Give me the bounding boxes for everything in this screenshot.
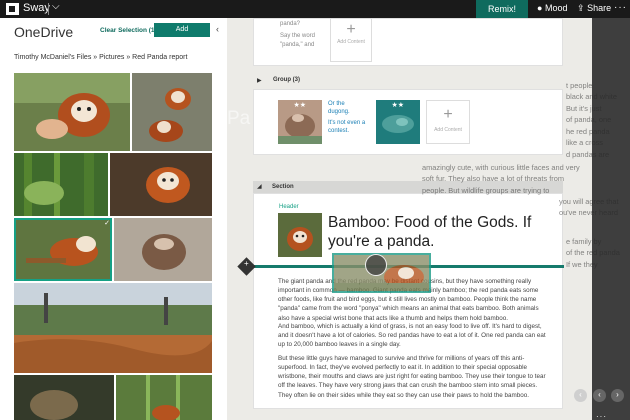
preview-line: like a cross [566, 138, 603, 148]
onedrive-panel: OneDrive Clear Selection (1) Add ‹ Timot… [0, 18, 227, 420]
group-header[interactable]: ▶ Group (3) [253, 75, 563, 87]
preview-text: you will agree that ou've never heard [559, 196, 629, 219]
group-note[interactable]: Or the dugong. It's not even a contest. [328, 100, 372, 135]
preview-line: people. But wildlife groups are trying t… [422, 185, 550, 195]
photo-thumbnail[interactable] [14, 375, 114, 420]
photo-thumbnail[interactable] [110, 153, 212, 216]
preview-line: But it's just [566, 103, 602, 113]
photo-thumbnail[interactable] [14, 153, 108, 216]
red-panda-photo [14, 218, 112, 281]
top-bar: Sway ⌵ Remix! ● Mood ⇪ Share ··· [0, 0, 630, 18]
more-options-icon[interactable]: ··· [614, 2, 627, 13]
chevron-down-icon[interactable]: ⌵ [52, 1, 60, 12]
preview-line: d pandas are [566, 149, 610, 159]
section-label: Section [272, 184, 294, 190]
section-paragraph[interactable]: But these little guys have managed to su… [278, 354, 550, 400]
photo-thumbnail[interactable] [14, 283, 212, 373]
photo-thumbnail-selected[interactable]: ✓ [14, 218, 112, 281]
star-icon: ★★ [293, 102, 306, 109]
preview-line: soft fur. They also have a lot of threat… [422, 174, 564, 184]
photo-thumbnail[interactable] [114, 218, 212, 281]
clear-selection-link[interactable]: Clear Selection (1) [100, 27, 157, 34]
red-panda-photo [278, 213, 322, 257]
back-button[interactable]: ‹ [593, 389, 606, 402]
previous-card-text[interactable]: panda? Say the word "panda," and [280, 20, 322, 49]
star-icon: ★★ [391, 102, 404, 109]
note-line: dugong. [328, 109, 350, 116]
header-card-label: Header [279, 204, 299, 210]
preview-text: e family by of the red panda If we they [566, 236, 630, 270]
echidna-photo [114, 218, 212, 281]
preview-text: t people black and white But it's just o… [566, 80, 630, 160]
section-paragraph[interactable]: And bamboo, which is actually a kind of … [278, 322, 550, 349]
share-label: Share [587, 3, 612, 13]
photo-thumbnail[interactable] [14, 73, 130, 151]
drag-cursor-icon [365, 254, 387, 276]
add-content-button[interactable]: + Add Content [330, 18, 372, 62]
panel-title: OneDrive [14, 24, 74, 40]
collapse-triangle-icon[interactable]: ▶ [257, 77, 262, 84]
app-title[interactable]: Sway [23, 2, 50, 14]
next-button[interactable]: › [611, 389, 624, 402]
remix-button[interactable]: Remix! [476, 0, 528, 18]
group-label: Group (3) [273, 77, 300, 83]
red-panda-photo [14, 73, 130, 151]
note-line: It's not even a [328, 120, 366, 127]
collapse-triangle-icon[interactable]: ◢ [257, 183, 262, 190]
breadcrumb[interactable]: Timothy McDaniel's Files » Pictures » Re… [14, 54, 187, 61]
mood-label: Mood [544, 3, 568, 13]
plus-icon: + [443, 106, 453, 123]
preview-text: amazingly cute, with curious little face… [422, 162, 627, 196]
preview-line: t people [566, 81, 593, 90]
checkmark-icon: ✓ [104, 220, 110, 227]
preview-line: amazingly cute, with curious little face… [422, 163, 580, 172]
preview-line: you will agree that [559, 197, 619, 206]
preview-line: he red panda [566, 126, 610, 136]
preview-line: of panda, one [566, 115, 612, 125]
plus-icon: + [346, 21, 356, 38]
more-options-icon[interactable]: ··· [596, 412, 607, 420]
section-heading[interactable]: Bamboo: Food of the Gods. If you're a pa… [328, 213, 548, 252]
landscape-photo [14, 283, 212, 373]
preview-line: ou've never heard [559, 208, 618, 218]
note-line: contest. [328, 128, 350, 135]
add-content-button[interactable]: + Add Content [426, 100, 470, 144]
card-text-line: panda? [280, 21, 301, 27]
preview-line: e family by [566, 237, 602, 246]
sway-logo-icon[interactable] [6, 3, 19, 15]
share-icon: ⇪ [577, 3, 585, 13]
red-panda-photo [116, 375, 212, 420]
background-text: Pa [227, 108, 251, 129]
note-line: Or the [328, 101, 345, 107]
animal-photo [14, 375, 114, 420]
drop-icon: ● [537, 3, 543, 13]
divider [48, 3, 49, 15]
card-text-line: Say the word [280, 33, 316, 40]
red-panda-photo [110, 153, 212, 216]
collapse-panel-icon[interactable]: ‹ [216, 24, 219, 34]
add-content-label: Add Content [434, 127, 462, 133]
add-button[interactable]: Add [154, 23, 210, 37]
share-button[interactable]: ⇪ Share [577, 3, 611, 14]
group-image-2[interactable]: ★★ [376, 100, 420, 144]
preview-line: black and white [566, 92, 617, 102]
photo-thumbnail[interactable] [116, 375, 212, 420]
header-image[interactable] [278, 213, 322, 257]
prev-button[interactable]: ‹ [574, 389, 587, 402]
add-content-label: Add Content [337, 39, 365, 45]
group-image-1[interactable]: ★★ [278, 100, 322, 144]
red-panda-photo [132, 73, 212, 151]
preview-line: of the red panda [566, 248, 620, 258]
preview-line: If we they [566, 259, 598, 269]
mood-button[interactable]: ● Mood [537, 3, 567, 13]
card-text-line: "panda," and [280, 41, 315, 48]
forest-photo [14, 153, 108, 216]
preview-pane[interactable] [592, 18, 630, 420]
photo-thumbnail[interactable] [132, 73, 212, 151]
